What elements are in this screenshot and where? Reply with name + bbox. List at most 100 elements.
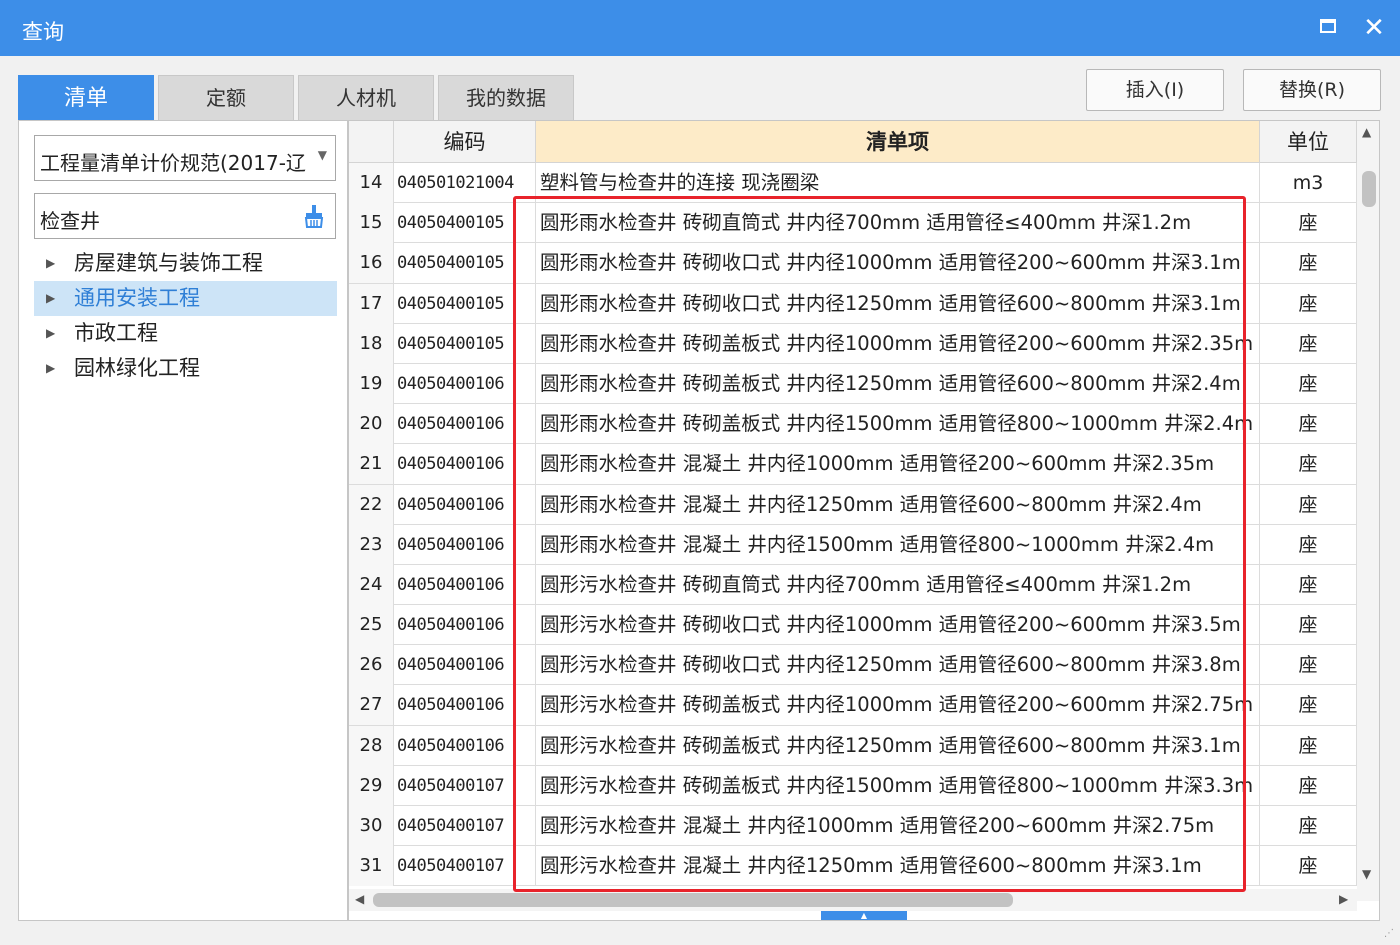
code-cell: 04050400106	[394, 605, 536, 646]
row-index-cell: 18	[349, 323, 394, 364]
item-cell: 塑料管与检查井的连接 现浇圈梁	[536, 163, 1260, 203]
unit-cell: 座	[1260, 444, 1357, 485]
table-row[interactable]: 26 04050400106 圆形污水检查井 砖砌收口式 井内径1250mm 适用管…	[349, 645, 1357, 686]
resize-grip-icon[interactable]: ⋰	[1384, 928, 1394, 939]
table-row[interactable]: 18 04050400105 圆形雨水检查井 砖砌盖板式 井内径1000mm 适用管…	[349, 323, 1357, 364]
spec-select-value: 工程量清单计价规范(2017-辽	[40, 151, 306, 175]
table-row[interactable]: 21 04050400106 圆形雨水检查井 混凝土 井内径1000mm 适用管径2…	[349, 444, 1357, 485]
column-header-unit[interactable]: 单位	[1260, 121, 1357, 163]
table-row[interactable]: 24 04050400106 圆形污水检查井 砖砌直筒式 井内径700mm 适用管径…	[349, 564, 1357, 606]
clear-brush-icon[interactable]	[303, 204, 325, 228]
item-cell: 圆形污水检查井 砖砌盖板式 井内径1000mm 适用管径200~600mm 井深…	[536, 685, 1260, 726]
tab-labor-material-machine[interactable]: 人材机	[298, 75, 434, 120]
table-row[interactable]: 22 04050400106 圆形雨水检查井 混凝土 井内径1250mm 适用管径6…	[349, 484, 1357, 525]
unit-cell: 座	[1260, 806, 1357, 846]
table-row[interactable]: 16 04050400105 圆形雨水检查井 砖砌收口式 井内径1000mm 适用管…	[349, 243, 1357, 284]
item-cell: 圆形雨水检查井 混凝土 井内径1250mm 适用管径600~800mm 井深2.…	[536, 484, 1260, 525]
row-index-cell: 25	[349, 605, 394, 646]
row-index-cell: 22	[349, 484, 394, 525]
table-row[interactable]: 19 04050400106 圆形雨水检查井 砖砌盖板式 井内径1250mm 适用管…	[349, 363, 1357, 405]
unit-cell: 座	[1260, 203, 1357, 244]
code-cell: 04050400106	[394, 444, 536, 485]
table-row[interactable]: 23 04050400106 圆形雨水检查井 混凝土 井内径1500mm 适用管径8…	[349, 524, 1357, 565]
window-title: 查询	[22, 20, 64, 44]
unit-cell: 座	[1260, 283, 1357, 324]
unit-cell: 座	[1260, 765, 1357, 806]
code-cell: 04050400107	[394, 846, 536, 887]
scroll-down-icon[interactable]: ▼	[1362, 867, 1371, 881]
item-cell: 圆形污水检查井 砖砌盖板式 井内径1500mm 适用管径800~1000mm 井…	[536, 765, 1260, 806]
item-cell: 圆形雨水检查井 砖砌盖板式 井内径1250mm 适用管径600~800mm 井深…	[536, 363, 1260, 404]
unit-cell: 座	[1260, 605, 1357, 646]
code-cell: 04050400107	[394, 765, 536, 806]
maximize-icon[interactable]	[1312, 12, 1344, 44]
column-header-item[interactable]: 清单项	[536, 121, 1260, 163]
panel-splitter-handle[interactable]: ▲	[821, 911, 907, 920]
category-tree: ▶ 房屋建筑与装饰工程 ▶ 通用安装工程 ▶ 市政工程 ▶ 园林绿化工程	[34, 246, 337, 386]
row-index-cell: 17	[349, 283, 394, 324]
unit-cell: 座	[1260, 524, 1357, 565]
tree-item-building[interactable]: ▶ 房屋建筑与装饰工程	[34, 246, 337, 281]
row-index-cell: 29	[349, 765, 394, 806]
close-icon[interactable]: ✕	[1358, 12, 1390, 44]
table-row[interactable]: 25 04050400106 圆形污水检查井 砖砌收口式 井内径1000mm 适用管…	[349, 605, 1357, 646]
expand-caret-icon[interactable]: ▶	[46, 351, 55, 386]
code-cell: 04050400105	[394, 243, 536, 284]
scroll-right-icon[interactable]: ▶	[1339, 892, 1348, 906]
item-cell: 圆形污水检查井 砖砌直筒式 井内径700mm 适用管径≤400mm 井深1.2m	[536, 564, 1260, 605]
horizontal-scroll-thumb[interactable]	[373, 893, 1013, 907]
table-row[interactable]: 28 04050400106 圆形污水检查井 砖砌盖板式 井内径1250mm 适用管…	[349, 725, 1357, 766]
code-cell: 04050400106	[394, 363, 536, 404]
vertical-scroll-thumb[interactable]	[1362, 171, 1376, 207]
table-row[interactable]: 31 04050400107 圆形污水检查井 混凝土 井内径1250mm 适用管径6…	[349, 846, 1357, 887]
unit-cell: 座	[1260, 685, 1357, 726]
table-row[interactable]: 17 04050400105 圆形雨水检查井 砖砌收口式 井内径1250mm 适用管…	[349, 283, 1357, 324]
spec-select[interactable]: 工程量清单计价规范(2017-辽 ▼	[34, 135, 336, 181]
category-panel: 工程量清单计价规范(2017-辽 ▼ 检查井 ▶ 房屋建筑与装饰工程 ▶ 通用安…	[18, 120, 348, 921]
table-row[interactable]: 15 04050400105 圆形雨水检查井 砖砌直筒式 井内径700mm 适用管径…	[349, 203, 1357, 244]
scroll-left-icon[interactable]: ◀	[355, 892, 364, 906]
tree-item-municipal[interactable]: ▶ 市政工程	[34, 316, 337, 351]
code-cell: 04050400106	[394, 725, 536, 766]
item-cell: 圆形污水检查井 砖砌收口式 井内径1250mm 适用管径600~800mm 井深…	[536, 645, 1260, 686]
row-index-cell: 31	[349, 846, 394, 887]
unit-cell: 座	[1260, 725, 1357, 766]
title-bar: 查询 ✕	[0, 0, 1400, 56]
tab-my-data[interactable]: 我的数据	[438, 75, 574, 120]
unit-cell: 座	[1260, 846, 1357, 887]
expand-caret-icon[interactable]: ▶	[46, 316, 55, 351]
item-cell: 圆形雨水检查井 混凝土 井内径1000mm 适用管径200~600mm 井深2.…	[536, 444, 1260, 485]
code-cell: 04050400105	[394, 323, 536, 364]
row-index-cell: 19	[349, 363, 394, 404]
tree-item-installation[interactable]: ▶ 通用安装工程	[34, 281, 337, 316]
unit-cell: 座	[1260, 363, 1357, 404]
column-header-code[interactable]: 编码	[394, 121, 536, 163]
table-row[interactable]: 29 04050400107 圆形污水检查井 砖砌盖板式 井内径1500mm 适用管…	[349, 765, 1357, 806]
bill-items-grid: 编码 清单项 单位 14 040501021004 塑料管与检查井的连接 现浇圈梁 m…	[348, 120, 1380, 921]
vertical-scrollbar[interactable]: ▲ ▼	[1357, 121, 1379, 901]
scroll-up-icon[interactable]: ▲	[1362, 125, 1371, 139]
column-header-index	[349, 121, 394, 163]
tab-bill[interactable]: 清单	[18, 75, 154, 120]
tab-quota[interactable]: 定额	[158, 75, 294, 120]
table-row[interactable]: 20 04050400106 圆形雨水检查井 砖砌盖板式 井内径1500mm 适用管…	[349, 404, 1357, 445]
horizontal-scrollbar[interactable]: ◀ ▶	[349, 889, 1357, 911]
expand-caret-icon[interactable]: ▶	[46, 281, 55, 316]
replace-button[interactable]: 替换(R)	[1243, 69, 1381, 111]
row-index-cell: 15	[349, 203, 394, 244]
code-cell: 040501021004	[394, 163, 536, 203]
item-cell: 圆形雨水检查井 砖砌收口式 井内径1000mm 适用管径200~600mm 井深…	[536, 243, 1260, 284]
table-row[interactable]: 27 04050400106 圆形污水检查井 砖砌盖板式 井内径1000mm 适用管…	[349, 685, 1357, 726]
insert-button[interactable]: 插入(I)	[1086, 69, 1224, 111]
expand-caret-icon[interactable]: ▶	[46, 246, 55, 281]
code-cell: 04050400107	[394, 806, 536, 846]
search-input[interactable]: 检查井	[34, 193, 336, 239]
item-cell: 圆形雨水检查井 混凝土 井内径1500mm 适用管径800~1000mm 井深2…	[536, 524, 1260, 565]
unit-cell: 座	[1260, 645, 1357, 686]
tree-item-landscape[interactable]: ▶ 园林绿化工程	[34, 351, 337, 386]
table-row[interactable]: 30 04050400107 圆形污水检查井 混凝土 井内径1000mm 适用管径2…	[349, 806, 1357, 847]
table-row[interactable]: 14 040501021004 塑料管与检查井的连接 现浇圈梁 m3	[349, 163, 1357, 204]
row-index-cell: 27	[349, 685, 394, 726]
item-cell: 圆形雨水检查井 砖砌收口式 井内径1250mm 适用管径600~800mm 井深…	[536, 283, 1260, 324]
code-cell: 04050400106	[394, 685, 536, 726]
